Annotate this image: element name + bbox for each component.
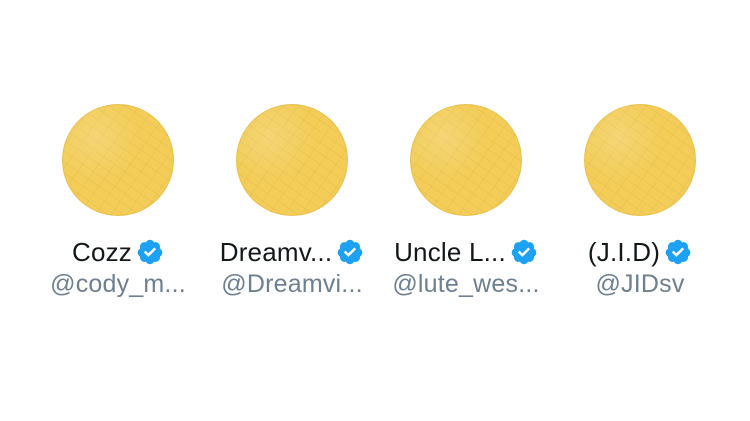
account-handle: @lute_wes... — [392, 270, 540, 298]
account-card-dreamville[interactable]: Dreamv... @Dreamvi... — [207, 104, 377, 299]
account-name-line: (J.I.D) — [555, 236, 725, 268]
avatar[interactable] — [584, 104, 696, 216]
account-name-line: Dreamv... — [207, 236, 377, 268]
account-card-uncle-l[interactable]: Uncle L... @lute_wes... — [381, 104, 551, 299]
verified-badge-icon — [665, 239, 691, 265]
avatar[interactable] — [62, 104, 174, 216]
account-handle: @Dreamvi... — [221, 270, 363, 298]
account-name-line: Cozz — [33, 236, 203, 268]
verified-badge-icon — [511, 239, 537, 265]
account-name: Uncle L... — [394, 236, 506, 267]
account-name-line: Uncle L... — [381, 236, 551, 268]
avatar[interactable] — [236, 104, 348, 216]
avatar[interactable] — [410, 104, 522, 216]
account-name: Dreamv... — [219, 236, 333, 267]
account-handle: @JIDsv — [595, 270, 685, 298]
suggested-accounts-row: Cozz @cody_m... Dreamv... @Dreamvi... Un… — [0, 0, 750, 421]
account-name: Cozz — [71, 236, 133, 267]
account-handle: @cody_m... — [50, 270, 186, 298]
account-card-jid[interactable]: (J.I.D) @JIDsv — [555, 104, 725, 299]
verified-badge-icon — [137, 239, 163, 265]
account-name: (J.I.D) — [587, 236, 661, 267]
account-card-cozz[interactable]: Cozz @cody_m... — [33, 104, 203, 299]
verified-badge-icon — [338, 239, 363, 265]
